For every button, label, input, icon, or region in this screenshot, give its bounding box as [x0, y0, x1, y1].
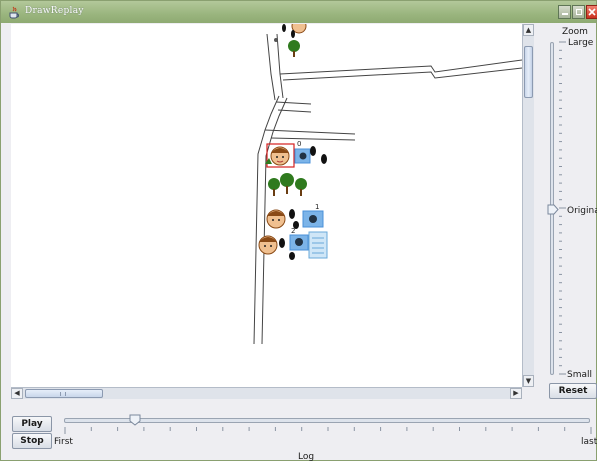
tree-icon [280, 173, 294, 194]
svg-text:0: 0 [297, 140, 301, 148]
log-last-label: last [581, 437, 597, 447]
person-face-icon [266, 209, 286, 229]
minimize-button[interactable] [558, 5, 571, 19]
log-title: Log [298, 452, 315, 461]
map-vertical-scrollbar[interactable]: ▲ ▼ [522, 24, 534, 387]
person-face-icon [270, 146, 290, 166]
horizontal-scroll-thumb[interactable] [25, 389, 103, 398]
scroll-up-arrow-icon[interactable]: ▲ [523, 24, 534, 36]
zoom-large-label: Large [568, 38, 594, 48]
map-horizontal-scrollbar[interactable]: ◀ ▶ [11, 387, 522, 399]
reset-button[interactable]: Reset [549, 383, 597, 399]
scroll-right-arrow-icon[interactable]: ▶ [510, 388, 522, 399]
zoom-label: Zoom [562, 27, 588, 37]
close-button[interactable] [586, 5, 597, 19]
stop-button[interactable]: Stop [12, 433, 52, 449]
scroll-left-arrow-icon[interactable]: ◀ [11, 388, 23, 399]
zoom-original-label: Original [567, 206, 597, 216]
log-slider-thumb[interactable] [129, 414, 141, 426]
java-cup-icon [9, 6, 19, 19]
map-drawing: 0 1 2 [253, 24, 522, 345]
log-tick-marks [64, 427, 592, 434]
person-face-icon [258, 235, 278, 255]
zoom-slider-thumb[interactable] [547, 204, 559, 215]
drawreplay-window: DrawReplay 0 1 2 ▲ ▼ ◀ ▶ Zoom Large Orig… [0, 0, 597, 461]
zoom-tick-marks [559, 41, 566, 375]
close-icon [588, 8, 596, 16]
tree-icon [295, 178, 307, 196]
tree-cluster [268, 173, 307, 196]
camera-icon [302, 210, 324, 228]
road-lines [253, 33, 522, 345]
camera-icon [289, 234, 309, 251]
maximize-icon [576, 9, 582, 15]
tree-icon [288, 40, 300, 57]
minimize-icon [562, 13, 568, 15]
tree-icon [268, 178, 280, 196]
grip-icon [60, 392, 66, 396]
marker-0[interactable]: 0 [265, 140, 327, 168]
vertical-scroll-thumb[interactable] [524, 46, 533, 98]
play-button[interactable]: Play [12, 416, 52, 432]
scroll-down-arrow-icon[interactable]: ▼ [523, 375, 534, 387]
zoom-small-label: Small [567, 370, 592, 380]
svg-text:2: 2 [291, 227, 295, 235]
marker-2[interactable]: 2 [258, 227, 328, 260]
svg-text:1: 1 [315, 203, 319, 211]
title-bar[interactable]: DrawReplay [1, 1, 597, 23]
maximize-button[interactable] [572, 5, 585, 19]
log-slider-track[interactable] [64, 418, 590, 423]
window-title: DrawReplay [25, 6, 84, 16]
map-canvas[interactable]: 0 1 2 [11, 24, 522, 387]
marker-1[interactable]: 1 [266, 203, 324, 229]
log-first-label: First [54, 437, 73, 447]
memo-icon [308, 231, 328, 259]
camera-icon [294, 148, 311, 164]
